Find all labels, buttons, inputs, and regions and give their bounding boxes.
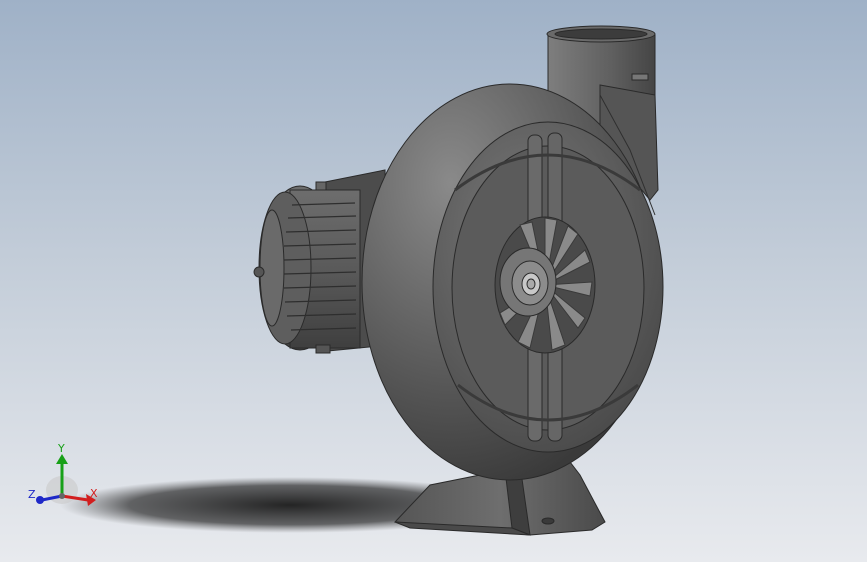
impeller[interactable] (494, 216, 596, 354)
graphics-viewport[interactable]: Y X Z (0, 0, 867, 562)
y-axis-arrow (56, 454, 68, 464)
y-axis-label: Y (57, 442, 65, 455)
z-axis-label: Z (28, 488, 36, 501)
coordinate-triad: Y X Z (28, 442, 98, 506)
triad-origin (59, 493, 65, 499)
z-axis-cap (36, 496, 44, 504)
x-axis-label: X (90, 487, 98, 500)
blower-3d-model[interactable] (0, 0, 867, 562)
